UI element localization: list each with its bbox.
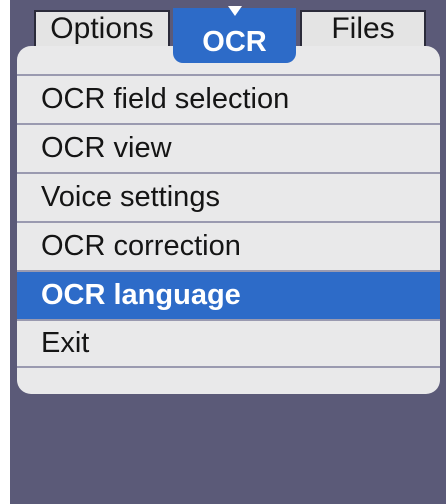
menu-item-exit[interactable]: Exit	[17, 319, 440, 368]
menu-item-voice-settings[interactable]: Voice settings	[17, 172, 440, 221]
tab-ocr-label: OCR	[202, 26, 267, 58]
menu-item-ocr-field-selection[interactable]: OCR field selection	[17, 74, 440, 123]
menu-item-label: OCR field selection	[41, 83, 290, 115]
menu-item-label: OCR correction	[41, 230, 241, 262]
triangle-down-icon	[227, 6, 242, 16]
menu-item-label: Voice settings	[41, 181, 220, 213]
tab-options[interactable]: Options	[34, 10, 170, 48]
tab-files-label: Files	[331, 12, 395, 45]
menu-item-label: OCR view	[41, 132, 172, 164]
menu-item-ocr-language[interactable]: OCR language	[17, 270, 440, 319]
menu-item-label: Exit	[41, 327, 90, 359]
tab-options-label: Options	[50, 12, 154, 45]
device-screen: Options Files OCR OCR field selection OC…	[10, 0, 446, 504]
ocr-menu-panel: OCR field selection OCR view Voice setti…	[17, 46, 440, 394]
menu-item-label: OCR language	[41, 279, 241, 311]
menu-item-ocr-correction[interactable]: OCR correction	[17, 221, 440, 270]
ocr-menu-list: OCR field selection OCR view Voice setti…	[17, 74, 440, 368]
menu-item-ocr-view[interactable]: OCR view	[17, 123, 440, 172]
tab-ocr[interactable]: OCR	[173, 6, 296, 63]
tab-files[interactable]: Files	[300, 10, 426, 48]
